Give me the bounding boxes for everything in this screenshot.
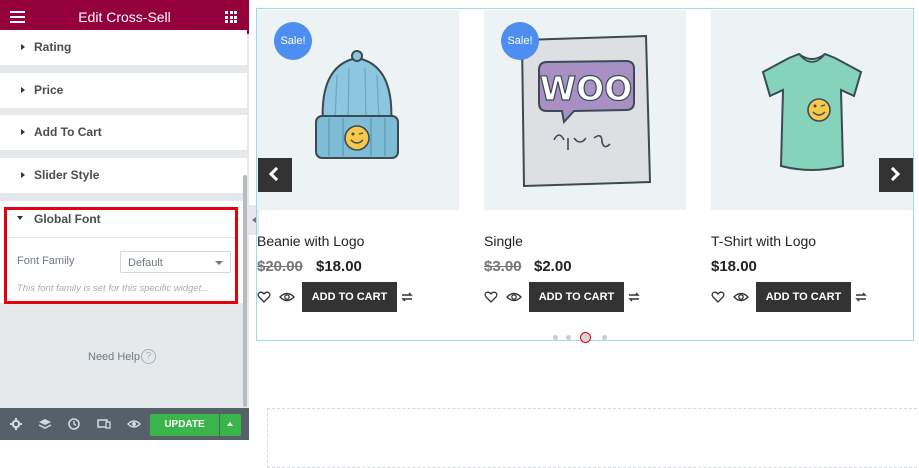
panel-title: Edit Cross-Sell <box>78 9 171 25</box>
eye-icon[interactable] <box>733 290 749 304</box>
carousel-prev-button[interactable] <box>258 158 292 192</box>
pagination-dot[interactable] <box>553 335 558 340</box>
section-rating[interactable]: Rating <box>0 30 247 65</box>
product-old-price: $3.00 <box>484 258 522 275</box>
add-to-cart-button[interactable]: ADD TO CART <box>302 282 397 312</box>
section-price[interactable]: Price <box>0 73 247 108</box>
panel-scrollbar[interactable] <box>243 175 247 407</box>
question-circle-icon[interactable]: ? <box>141 349 156 364</box>
section-label: Slider Style <box>34 168 100 182</box>
compare-icon[interactable] <box>854 290 868 304</box>
add-to-cart-button[interactable]: ADD TO CART <box>756 282 851 312</box>
pagination-dot[interactable] <box>566 335 571 340</box>
compare-icon[interactable] <box>627 290 641 304</box>
update-options-button[interactable] <box>220 414 241 436</box>
product-name[interactable]: Beanie with Logo <box>257 233 364 249</box>
add-section-dropzone[interactable] <box>267 408 919 468</box>
product-price: $18.00 <box>316 258 362 275</box>
chevron-left-icon <box>268 166 284 182</box>
section-label: Price <box>34 83 64 97</box>
section-add-to-cart[interactable]: Add To Cart <box>0 115 247 150</box>
preview-canvas: Sale! Beanie with Logo $20.00 $18.00 ADD… <box>256 0 919 468</box>
caret-right-icon <box>21 87 25 93</box>
caret-right-icon <box>21 172 25 178</box>
panel-footer: UPDATE <box>0 408 249 440</box>
section-slider-style[interactable]: Slider Style <box>0 158 247 193</box>
add-to-cart-button[interactable]: ADD TO CART <box>529 282 624 312</box>
highlight-box <box>4 207 238 304</box>
widgets-grid-icon[interactable] <box>225 11 237 23</box>
section-label: Rating <box>34 40 72 54</box>
carousel-next-button[interactable] <box>879 158 913 192</box>
product-name[interactable]: Single <box>484 233 523 249</box>
settings-icon[interactable] <box>9 417 23 431</box>
pagination-dot[interactable] <box>602 335 607 340</box>
section-label: Add To Cart <box>34 125 102 139</box>
sale-badge: Sale! <box>274 22 312 60</box>
svg-text:WOO: WOO <box>540 69 633 108</box>
history-icon[interactable] <box>67 417 81 431</box>
heart-icon[interactable] <box>257 290 271 304</box>
preview-eye-icon[interactable] <box>127 417 141 431</box>
product-price: $2.00 <box>534 258 572 275</box>
compare-icon[interactable] <box>400 290 414 304</box>
update-button[interactable]: UPDATE <box>150 414 219 436</box>
pagination-dot-active[interactable] <box>580 332 591 343</box>
cross-sell-carousel: Sale! Beanie with Logo $20.00 $18.00 ADD… <box>256 8 914 344</box>
carousel-pagination <box>553 332 613 344</box>
panel-header: Edit Cross-Sell <box>0 0 249 34</box>
product-price: $18.00 <box>711 258 757 275</box>
product-old-price: $20.00 <box>257 258 303 275</box>
eye-icon[interactable] <box>279 290 295 304</box>
heart-icon[interactable] <box>484 290 498 304</box>
chevron-right-icon <box>885 166 901 182</box>
product-image[interactable]: WOO Sale! <box>484 10 686 210</box>
product-name[interactable]: T-Shirt with Logo <box>711 233 816 249</box>
eye-icon[interactable] <box>506 290 522 304</box>
heart-icon[interactable] <box>711 290 725 304</box>
responsive-icon[interactable] <box>97 417 111 431</box>
layers-icon[interactable] <box>38 417 52 431</box>
need-help-link[interactable]: Need Help <box>88 351 140 363</box>
sale-badge: Sale! <box>501 22 539 60</box>
caret-right-icon <box>21 129 25 135</box>
editor-panel: Edit Cross-Sell Rating Price Add To Cart… <box>0 0 249 440</box>
caret-right-icon <box>21 44 25 50</box>
chevron-up-icon <box>227 422 233 426</box>
